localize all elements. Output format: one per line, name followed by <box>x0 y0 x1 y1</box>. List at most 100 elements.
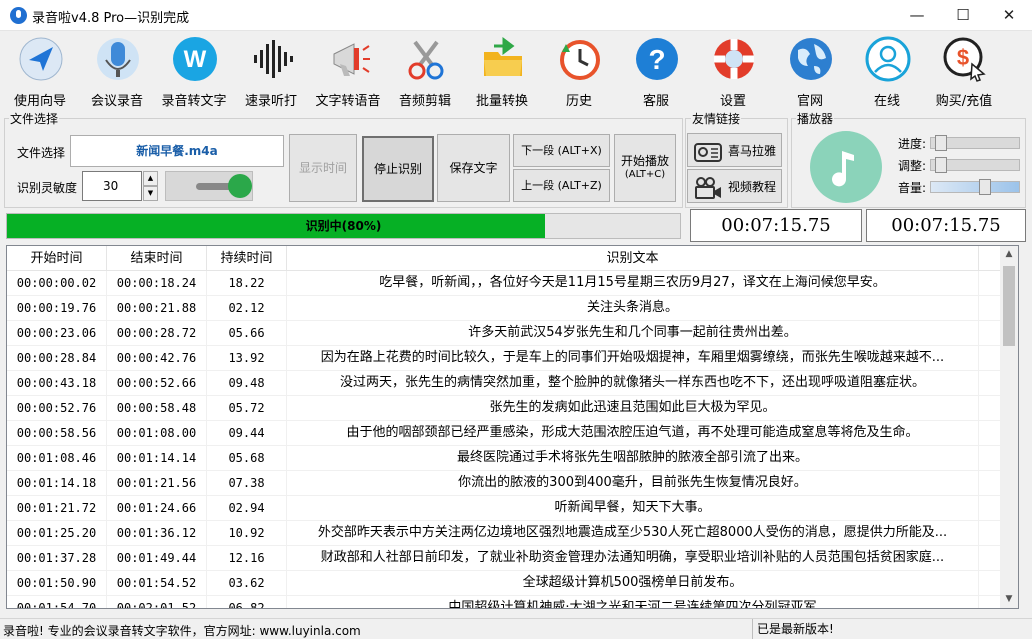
table-row[interactable]: 00:01:37.28 00:01:49.44 12.16 财政部和人社部日前印发，了… <box>7 546 1000 571</box>
tool-text-to-speech-button[interactable]: 文字转语音 <box>310 34 386 109</box>
cell-duration: 06.82 <box>207 596 287 608</box>
maximize-button[interactable]: ☐ <box>940 0 986 31</box>
user-online-icon <box>865 36 911 82</box>
tool-label: 官网 <box>796 94 823 109</box>
tool-meeting-record-button[interactable]: 会议录音 <box>79 34 155 109</box>
window-title: 录音啦v4.8 Pro—识别完成 <box>32 11 190 26</box>
table-row[interactable]: 00:01:08.46 00:01:14.14 05.68 最终医院通过手术将张先生咽… <box>7 446 1000 471</box>
cell-start-time: 00:01:25.20 <box>7 521 107 546</box>
save-text-button[interactable]: 保存文字 <box>437 134 510 202</box>
table-row[interactable]: 00:00:19.76 00:00:21.88 02.12 关注头条消息。 <box>7 296 1000 321</box>
progress-thumb[interactable] <box>935 135 947 151</box>
table-row[interactable]: 00:00:58.56 00:01:08.00 09.44 由于他的咽部颈部已经严重感… <box>7 421 1000 446</box>
table-row[interactable]: 00:00:43.18 00:00:52.66 09.48 没过两天，张先生的病情突然… <box>7 371 1000 396</box>
cell-start-time: 00:01:37.28 <box>7 546 107 571</box>
header-end-time[interactable]: 结束时间 <box>107 246 207 271</box>
folder-icon <box>484 37 522 76</box>
scroll-up-arrow-icon[interactable]: ▲ <box>1000 246 1018 263</box>
playback-progress-slider[interactable] <box>930 135 1020 151</box>
recognition-progress-bar: 识别中(80%) <box>6 213 681 239</box>
table-row[interactable]: 00:00:23.06 00:00:28.72 05.66 许多天前武汉54岁张先生和… <box>7 321 1000 346</box>
sensitivity-input[interactable]: 30 <box>82 171 142 201</box>
cell-end-time: 00:01:36.12 <box>107 521 207 546</box>
tool-customer-service-button[interactable]: ? 客服 <box>618 34 694 109</box>
volume-thumb[interactable] <box>979 179 991 195</box>
stop-recognition-button[interactable]: 停止识别 <box>362 136 434 202</box>
cell-end-time: 00:00:52.66 <box>107 371 207 396</box>
tool-label: 速录听打 <box>244 94 297 109</box>
lifebuoy-icon <box>714 39 754 79</box>
prev-segment-button[interactable]: 上一段 (ALT+Z) <box>513 169 610 202</box>
table-header: 开始时间 结束时间 持续时间 识别文本 <box>7 246 1000 271</box>
toggle-switch[interactable] <box>165 171 253 201</box>
show-time-button[interactable]: 显示时间 <box>289 134 357 202</box>
volume-slider[interactable] <box>930 179 1020 195</box>
cell-end-time: 00:00:42.76 <box>107 346 207 371</box>
cell-recognized-text: 张先生的发病如此迅速且范围如此巨大极为罕见。 <box>287 396 979 421</box>
video-tutorial-button[interactable]: 视频教程 <box>687 169 782 203</box>
table-row[interactable]: 00:01:25.20 00:01:36.12 10.92 外交部昨天表示中方关注两亿… <box>7 521 1000 546</box>
cell-duration: 02.12 <box>207 296 287 321</box>
table-row[interactable]: 00:00:28.84 00:00:42.76 13.92 因为在路上花费的时间比较久… <box>7 346 1000 371</box>
table-row[interactable]: 00:01:21.72 00:01:24.66 02.94 听新闻早餐，知天下大事。 <box>7 496 1000 521</box>
cell-end-time: 00:02:01.52 <box>107 596 207 608</box>
cell-recognized-text: 中国超级计算机神威·太湖之光和天河二号连续第四次分列冠亚军 <box>287 596 979 608</box>
tool-audio-edit-button[interactable]: 音频剪辑 <box>387 34 463 109</box>
table-row[interactable]: 00:00:52.76 00:00:58.48 05.72 张先生的发病如此迅速且范围… <box>7 396 1000 421</box>
table-row[interactable]: 00:01:54.70 00:02:01.52 06.82 中国超级计算机神威·太湖之… <box>7 596 1000 608</box>
tool-settings-button[interactable]: 设置 <box>695 34 771 109</box>
tool-label: 会议录音 <box>90 94 143 109</box>
adjust-label: 调整: <box>898 159 927 173</box>
scroll-thumb[interactable] <box>1003 266 1015 346</box>
cell-start-time: 00:01:50.90 <box>7 571 107 596</box>
table-row[interactable]: 00:00:00.02 00:00:18.24 18.22 吃早餐，听新闻，，各位好今… <box>7 271 1000 296</box>
table-row[interactable]: 00:01:50.90 00:01:54.52 03.62 全球超级计算机500强榜单… <box>7 571 1000 596</box>
close-button[interactable]: ✕ <box>986 0 1032 31</box>
header-start-time[interactable]: 开始时间 <box>7 246 107 271</box>
header-recognized-text[interactable]: 识别文本 <box>287 246 979 271</box>
ximalaya-button[interactable]: 喜马拉雅 <box>687 133 782 167</box>
tool-audio-to-text-button[interactable]: W 录音转文字 <box>156 34 232 109</box>
stepper-down-button[interactable]: ▼ <box>143 186 158 201</box>
recognition-table[interactable]: 开始时间 结束时间 持续时间 识别文本 00:00:00.02 00:00:18.… <box>6 245 1019 609</box>
tool-batch-convert-button[interactable]: 批量转换 <box>464 34 540 109</box>
file-name-field[interactable]: 新闻早餐.m4a <box>70 135 284 167</box>
app-microphone-icon <box>10 7 27 24</box>
cell-duration: 03.62 <box>207 571 287 596</box>
cell-start-time: 00:01:54.70 <box>7 596 107 608</box>
music-note-icon[interactable] <box>810 131 882 203</box>
svg-text:?: ? <box>648 44 665 75</box>
table-row[interactable]: 00:01:14.18 00:01:21.56 07.38 你流出的脓液的300到40… <box>7 471 1000 496</box>
header-duration[interactable]: 持续时间 <box>207 246 287 271</box>
tool-website-button[interactable]: 官网 <box>772 34 848 109</box>
main-toolbar: 使用向导 会议录音 W 录音转文字 速录听打 文字转语音 音频剪辑 批量转换 历… <box>0 31 1032 110</box>
cell-duration: 07.38 <box>207 471 287 496</box>
next-segment-button[interactable]: 下一段 (ALT+X) <box>513 134 610 167</box>
scroll-down-arrow-icon[interactable]: ▼ <box>1000 591 1018 608</box>
tool-guide-button[interactable]: 使用向导 <box>2 34 78 109</box>
current-time-display: 00:07:15.75 <box>690 209 862 242</box>
tool-online-button[interactable]: 在线 <box>849 34 925 109</box>
cell-duration: 12.16 <box>207 546 287 571</box>
tool-dictation-button[interactable]: 速录听打 <box>233 34 309 109</box>
stepper-up-button[interactable]: ▲ <box>143 171 158 186</box>
cell-recognized-text: 你流出的脓液的300到400毫升，目前张先生恢复情况良好。 <box>287 471 979 496</box>
tool-purchase-button[interactable]: $ 购买/充值 <box>926 34 1002 109</box>
tool-history-button[interactable]: 历史 <box>541 34 617 109</box>
radio-icon <box>694 143 722 162</box>
cell-recognized-text: 吃早餐，听新闻，，各位好今天是11月15号星期三农历9月27，译文在上海问候您早… <box>287 271 979 296</box>
start-play-button[interactable]: 开始播放 (ALT+C) <box>614 134 676 202</box>
cell-duration: 09.44 <box>207 421 287 446</box>
w-word-icon: W <box>173 37 217 81</box>
toggle-knob[interactable] <box>228 174 252 198</box>
adjust-thumb[interactable] <box>935 157 947 173</box>
navigation-arrow-icon <box>19 37 63 81</box>
cell-end-time: 00:01:24.66 <box>107 496 207 521</box>
minimize-button[interactable]: — <box>894 0 940 31</box>
cell-recognized-text: 没过两天，张先生的病情突然加重，整个脸肿的就像猪头一样东西也吃不下，还出现呼吸道… <box>287 371 979 396</box>
adjust-slider[interactable] <box>930 157 1020 173</box>
vertical-scrollbar[interactable]: ▲ ▼ <box>1000 246 1018 608</box>
sensitivity-label: 识别灵敏度 <box>17 181 78 195</box>
cell-recognized-text: 因为在路上花费的时间比较久，于是车上的同事们开始吸烟提神，车厢里烟雾缭绕，而张先… <box>287 346 979 371</box>
cell-end-time: 00:00:18.24 <box>107 271 207 296</box>
